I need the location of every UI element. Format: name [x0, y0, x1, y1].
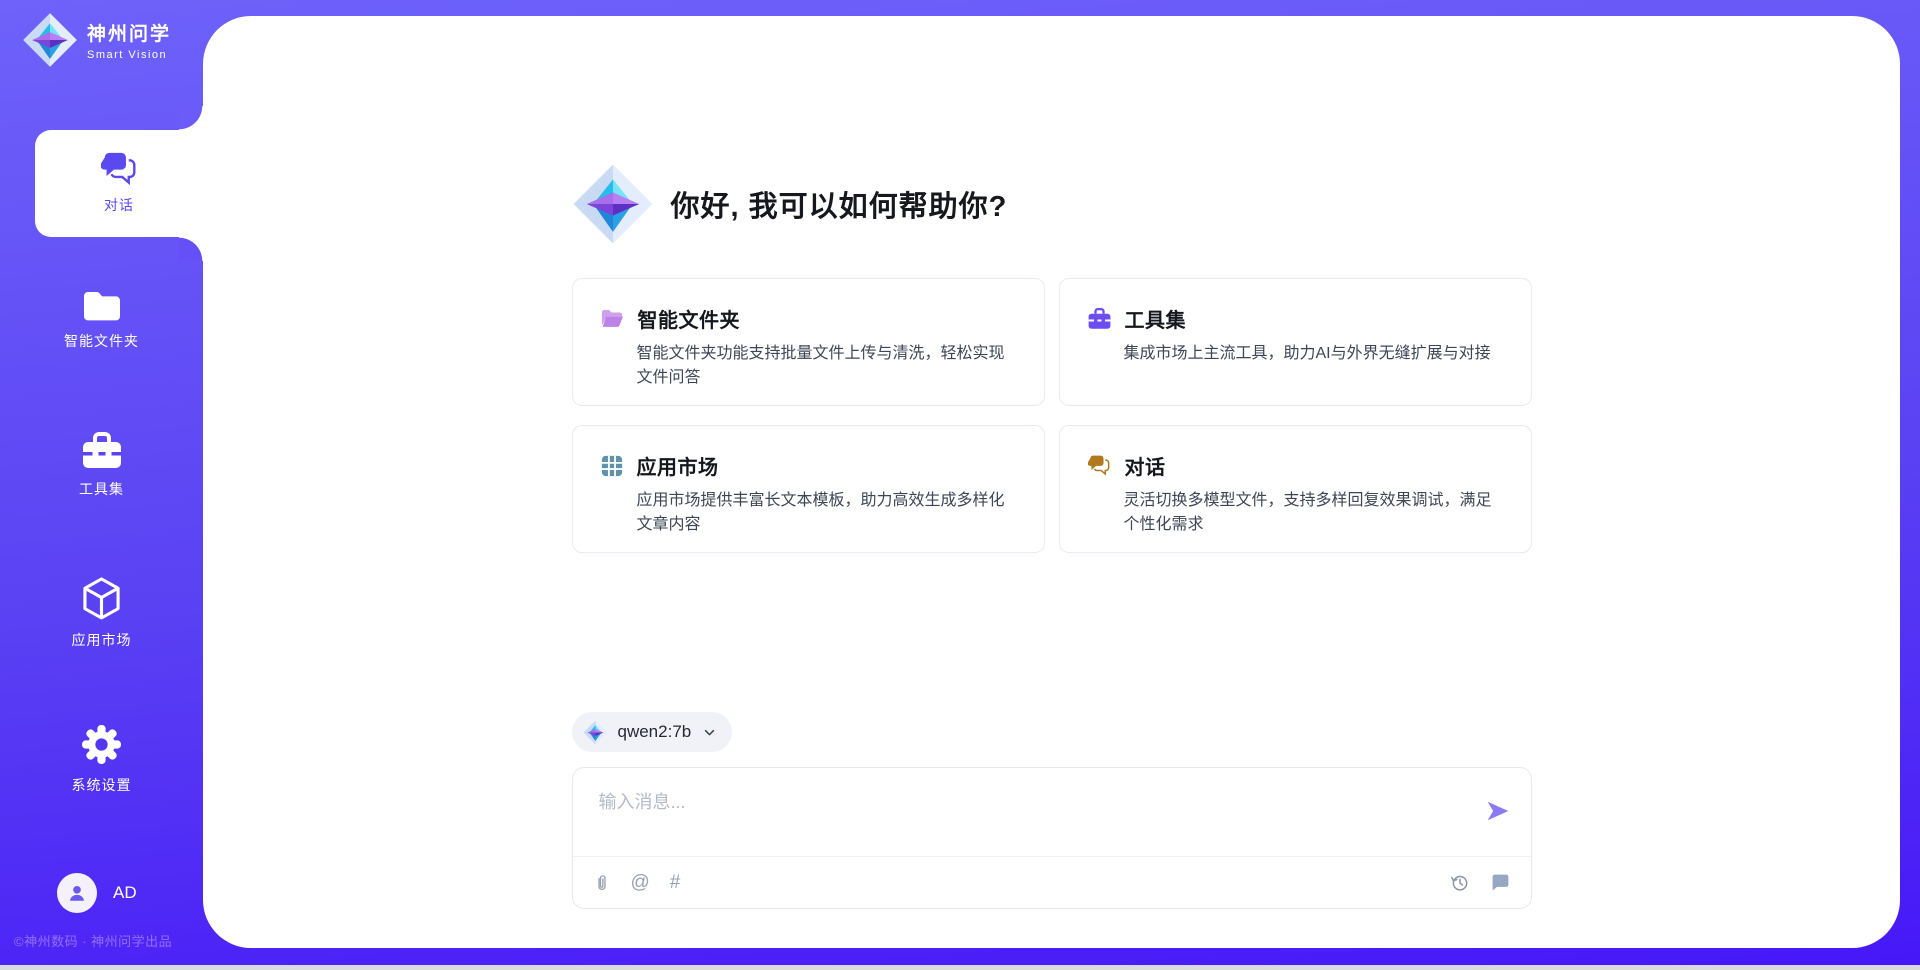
sidebar-item-chat[interactable]: 对话	[35, 130, 203, 237]
person-icon	[66, 882, 88, 904]
brand-logo: 神州问学 Smart Vision	[22, 12, 171, 68]
greeting-block: 你好, 我可以如何帮助你?	[572, 163, 1532, 245]
card-title: 对话	[1125, 451, 1166, 480]
copyright-footer: ©神州数码 · 神州问学出品	[14, 931, 172, 950]
brand-subtitle: Smart Vision	[87, 49, 171, 61]
user-account[interactable]: AD	[57, 873, 137, 913]
sidebar-item-settings[interactable]: 系统设置	[0, 724, 203, 795]
model-selector[interactable]: qwen2:7b	[572, 712, 733, 752]
chat-icon	[101, 152, 138, 185]
card-title: 智能文件夹	[638, 304, 741, 333]
card-smart-folder[interactable]: 智能文件夹 智能文件夹功能支持批量文件上传与清洗，轻松实现文件问答	[572, 278, 1045, 406]
sidebar-item-smart-folder[interactable]: 智能文件夹	[0, 289, 203, 351]
message-composer: @ #	[572, 767, 1532, 909]
brand-name: 神州问学	[87, 19, 171, 46]
message-input[interactable]	[597, 786, 1461, 852]
card-app-market[interactable]: 应用市场 应用市场提供丰富长文本模板，助力高效生成多样化文章内容	[572, 425, 1045, 553]
chat-square-button[interactable]	[1490, 872, 1511, 893]
diamond-logo-icon	[583, 720, 608, 745]
model-name: qwen2:7b	[618, 722, 692, 742]
sidebar-item-label: 工具集	[79, 479, 124, 499]
card-chat[interactable]: 对话 灵活切换多模型文件，支持多样回复效果调试，满足个性化需求	[1059, 425, 1532, 553]
attach-button[interactable]	[593, 874, 611, 892]
greeting-text: 你好, 我可以如何帮助你?	[671, 183, 1008, 225]
sidebar-item-label: 系统设置	[72, 775, 132, 795]
sidebar-item-label: 应用市场	[72, 630, 132, 650]
send-icon	[1485, 798, 1511, 824]
card-toolbox[interactable]: 工具集 集成市场上主流工具，助力AI与外界无缝扩展与对接	[1059, 278, 1532, 406]
folder-open-icon	[601, 309, 624, 328]
toolbox-icon	[1088, 308, 1111, 329]
toolbox-icon	[82, 432, 122, 469]
sidebar-item-app-market[interactable]: 应用市场	[0, 577, 203, 650]
card-title: 工具集	[1125, 304, 1187, 333]
card-description: 应用市场提供丰富长文本模板，助力高效生成多样化文章内容	[637, 489, 1016, 537]
diamond-logo-icon	[572, 163, 654, 245]
sidebar: 神州问学 Smart Vision 对话 智能文件夹 工具集	[0, 0, 203, 970]
paperclip-icon	[593, 874, 611, 892]
hash-icon[interactable]: #	[670, 873, 681, 892]
composer-toolbar: @ #	[573, 857, 1531, 908]
folder-icon	[82, 289, 122, 321]
gear-icon	[81, 724, 122, 765]
send-button[interactable]	[1485, 798, 1511, 827]
sidebar-item-toolbox[interactable]: 工具集	[0, 432, 203, 499]
history-button[interactable]	[1449, 872, 1470, 893]
at-icon[interactable]: @	[631, 873, 650, 892]
card-title: 应用市场	[637, 451, 719, 480]
window-bottom-edge	[0, 965, 1920, 970]
cube-icon	[82, 577, 121, 620]
avatar	[57, 873, 97, 913]
diamond-logo-icon	[22, 12, 78, 68]
history-icon	[1449, 872, 1470, 893]
card-description: 集成市场上主流工具，助力AI与外界无缝扩展与对接	[1124, 342, 1503, 366]
chevron-down-icon	[701, 724, 718, 741]
feature-cards: 智能文件夹 智能文件夹功能支持批量文件上传与清洗，轻松实现文件问答 工具集 集成…	[572, 278, 1532, 553]
grid-icon	[601, 455, 623, 477]
sidebar-item-label: 智能文件夹	[64, 331, 139, 351]
chat-icon	[1088, 455, 1111, 476]
chat-square-icon	[1490, 872, 1511, 893]
user-initials: AD	[113, 883, 137, 903]
card-description: 灵活切换多模型文件，支持多样回复效果调试，满足个性化需求	[1124, 489, 1503, 537]
main-panel: 你好, 我可以如何帮助你? 智能文件夹 智能文件夹功能支持批量文件上传与清洗，轻…	[203, 16, 1900, 948]
sidebar-item-label: 对话	[104, 195, 134, 215]
card-description: 智能文件夹功能支持批量文件上传与清洗，轻松实现文件问答	[637, 342, 1016, 390]
